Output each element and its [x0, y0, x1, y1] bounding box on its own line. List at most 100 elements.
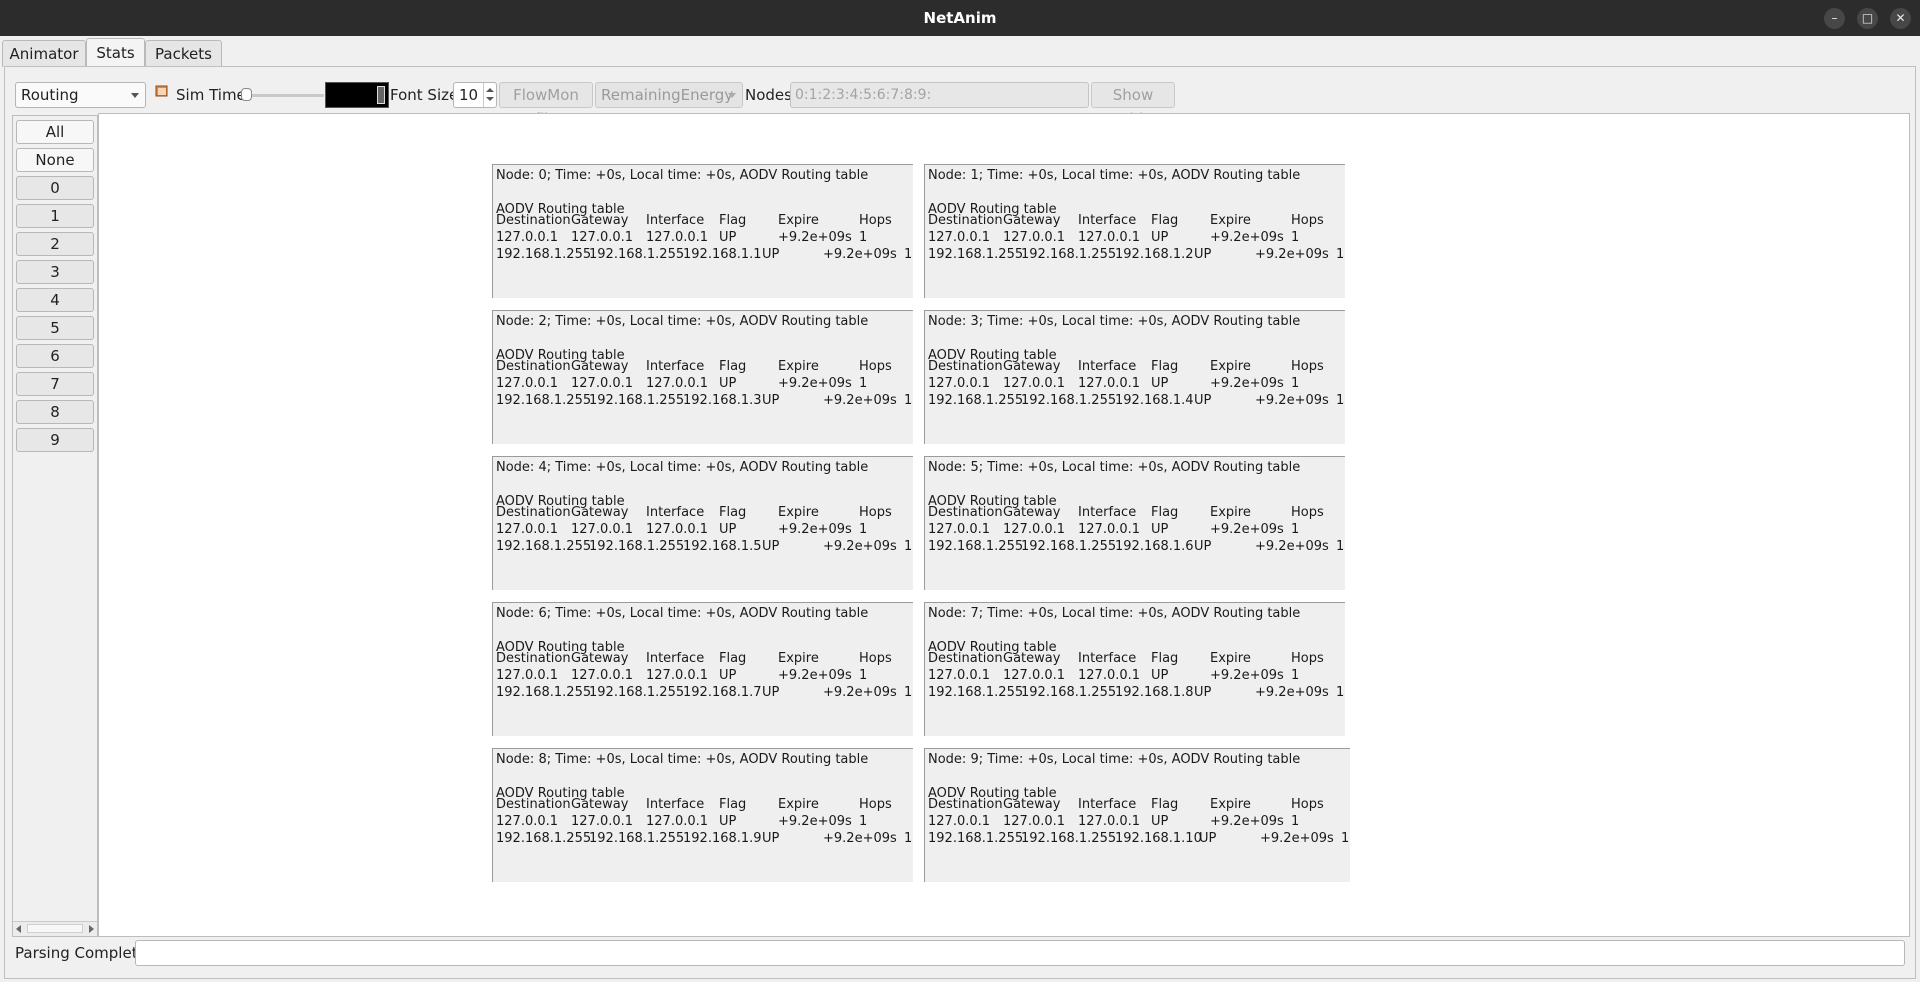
node-button-1[interactable]: 1: [16, 204, 94, 228]
sim-time-slider-handle[interactable]: [241, 88, 252, 101]
node-button-6[interactable]: 6: [16, 344, 94, 368]
node-button-2[interactable]: 2: [16, 232, 94, 256]
all-nodes-button[interactable]: All: [16, 120, 94, 144]
tab-packets[interactable]: Packets: [145, 40, 222, 67]
column-header: Flag: [1151, 797, 1179, 812]
routing-table-node-4: Node: 4; Time: +0s, Local time: +0s, AOD…: [492, 456, 913, 590]
table-cell: 127.0.0.1: [1003, 522, 1066, 537]
table-cell: 1: [1291, 230, 1300, 245]
no-nodes-button[interactable]: None: [16, 148, 94, 172]
chevron-down-icon[interactable]: [486, 97, 494, 101]
table-cell: UP: [719, 522, 737, 537]
table-cell: +9.2e+09s: [778, 230, 852, 245]
table-cell: 192.168.1.255: [589, 247, 685, 262]
table-cell: 192.168.1.255: [928, 831, 1024, 846]
table-cell: 127.0.0.1: [1003, 814, 1066, 829]
table-row: 127.0.0.1 127.0.0.1 127.0.0.1 UP +9.2e+09s 1: [493, 667, 913, 684]
table-cell: 192.168.1.255: [589, 393, 685, 408]
font-size-stepper[interactable]: [483, 83, 496, 107]
chevron-up-icon[interactable]: [486, 88, 494, 92]
nodes-input[interactable]: 0:1:2:3:4:5:6:7:8:9:: [790, 82, 1089, 108]
table-cell: 192.168.1.255: [1021, 393, 1117, 408]
table-cell: +9.2e+09s: [1210, 814, 1284, 829]
table-cell: 127.0.0.1: [928, 668, 991, 683]
table-cell: UP: [1194, 539, 1212, 554]
column-header: Hops: [1291, 651, 1324, 666]
minimize-icon[interactable]: –: [1824, 8, 1845, 29]
table-cell: 192.168.1.255: [928, 539, 1024, 554]
table-cell: 1: [904, 685, 913, 700]
table-cell: 127.0.0.1: [571, 668, 634, 683]
table-cell: +9.2e+09s: [1255, 685, 1329, 700]
table-cell: 192.168.1.6: [1115, 539, 1194, 554]
column-header: Interface: [646, 797, 705, 812]
counter-select[interactable]: RemainingEnergy: [595, 82, 743, 108]
scroll-right-icon[interactable]: [89, 925, 94, 933]
table-cell: 192.168.1.255: [589, 831, 685, 846]
table-cell: +9.2e+09s: [778, 522, 852, 537]
table-cell: UP: [1151, 814, 1169, 829]
table-cell: 127.0.0.1: [571, 230, 634, 245]
column-header: Interface: [1078, 359, 1137, 374]
sim-time-field[interactable]: [325, 82, 389, 108]
table-cell: 1: [1291, 376, 1300, 391]
table-row: 192.168.1.255 192.168.1.255 192.168.1.6 UP +…: [925, 538, 1345, 555]
table-cell: +9.2e+09s: [823, 831, 897, 846]
table-cell: 127.0.0.1: [571, 814, 634, 829]
column-header: Hops: [859, 359, 892, 374]
close-icon[interactable]: ✕: [1890, 8, 1911, 29]
counter-value: RemainingEnergy: [601, 86, 734, 104]
font-size-spinbox[interactable]: 10: [453, 82, 497, 108]
column-header: Flag: [1151, 505, 1179, 520]
table-cell: 127.0.0.1: [1003, 376, 1066, 391]
table-cell: 1: [1336, 539, 1345, 554]
table-cell: UP: [1194, 247, 1212, 262]
flowmon-file-button[interactable]: FlowMon file: [499, 82, 593, 128]
horizontal-scrollbar[interactable]: [13, 921, 97, 936]
maximize-icon[interactable]: □: [1857, 8, 1878, 29]
node-button-0[interactable]: 0: [16, 176, 94, 200]
column-header: Destination: [928, 213, 1003, 228]
node-button-8[interactable]: 8: [16, 400, 94, 424]
chevron-down-icon: [131, 93, 139, 98]
column-header: Flag: [719, 359, 747, 374]
show-table-button[interactable]: Show Table: [1091, 82, 1175, 128]
node-button-3[interactable]: 3: [16, 260, 94, 284]
table-cell: 192.168.1.255: [1021, 539, 1117, 554]
font-size-label: Font Size: [390, 86, 459, 104]
node-button-4[interactable]: 4: [16, 288, 94, 312]
sim-time-slider[interactable]: [244, 94, 324, 97]
routing-table-header: Node: 0; Time: +0s, Local time: +0s, AOD…: [496, 168, 869, 183]
tab-stats[interactable]: Stats: [86, 38, 145, 68]
table-cell: 192.168.1.255: [1021, 247, 1117, 262]
window-title: NetAnim: [923, 9, 997, 27]
routing-table-node-6: Node: 6; Time: +0s, Local time: +0s, AOD…: [492, 602, 913, 736]
column-header: Destination: [496, 213, 571, 228]
tab-animator[interactable]: Animator: [2, 40, 86, 67]
scrollbar-thumb[interactable]: [27, 924, 83, 933]
table-row: 127.0.0.1 127.0.0.1 127.0.0.1 UP +9.2e+09s 1: [493, 813, 913, 830]
routing-table-column-headers: Destination Gateway Interface Flag Expire Hop…: [493, 650, 913, 667]
nodes-label: Nodes: [745, 86, 792, 104]
node-button-5[interactable]: 5: [16, 316, 94, 340]
table-cell: 1: [1336, 247, 1345, 262]
routing-table-node-0: Node: 0; Time: +0s, Local time: +0s, AOD…: [492, 164, 913, 298]
table-cell: 192.168.1.255: [589, 685, 685, 700]
column-header: Destination: [496, 797, 571, 812]
node-button-7[interactable]: 7: [16, 372, 94, 396]
table-cell: 1: [1341, 831, 1350, 846]
table-row: 127.0.0.1 127.0.0.1 127.0.0.1 UP +9.2e+09s 1: [925, 229, 1345, 246]
column-header: Interface: [1078, 797, 1137, 812]
column-header: Flag: [719, 505, 747, 520]
stat-type-select[interactable]: Routing: [15, 82, 146, 108]
column-header: Expire: [1210, 651, 1251, 666]
routing-table-header: Node: 5; Time: +0s, Local time: +0s, AOD…: [928, 460, 1301, 475]
column-header: Expire: [1210, 797, 1251, 812]
table-cell: 127.0.0.1: [1078, 230, 1141, 245]
column-header: Hops: [1291, 797, 1324, 812]
scroll-left-icon[interactable]: [16, 925, 21, 933]
table-row: 192.168.1.255 192.168.1.255 192.168.1.5 UP +…: [493, 538, 913, 555]
table-cell: 192.168.1.255: [589, 539, 685, 554]
table-cell: +9.2e+09s: [778, 668, 852, 683]
node-button-9[interactable]: 9: [16, 428, 94, 452]
